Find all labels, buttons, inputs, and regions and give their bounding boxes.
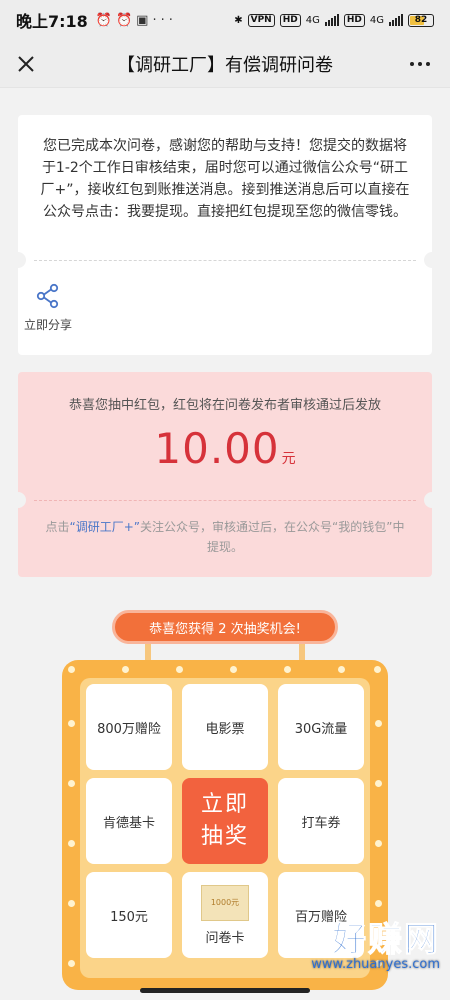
nav-bar: 【调研工厂】有偿调研问卷 [0,40,450,88]
red-packet-card: 恭喜您抽中红包，红包将在问卷发布者审核通过后发放 10.00 元 点击“调研工厂+… [10,372,440,577]
network-label-2: 4G [369,14,384,26]
status-time: 晚上7:18 [16,12,88,31]
prize-cell: 150元 [86,872,172,958]
light-dot [122,666,129,673]
draw-button-line2: 抽奖 [200,824,249,849]
battery-icon: 82 [408,13,434,27]
home-indicator[interactable] [140,988,310,993]
ticket-notch [424,492,440,508]
ticket-value: 1000元 [210,898,240,907]
prize-cell: 打车券 [278,778,364,864]
watermark-title: 好赚网 [332,920,440,961]
light-dot [68,960,75,967]
status-right: ✱ VPN HD 4G HD 4G 82 [234,13,434,27]
close-icon[interactable] [12,50,40,78]
signal-icon-2 [389,14,403,26]
divider [34,260,416,261]
prize-cell: 30G流量 [278,684,364,770]
light-dot [375,900,382,907]
battery-level: 82 [414,15,428,25]
light-dot [338,666,345,673]
site-watermark: 好赚网 www.zhuanyes.com [311,912,440,973]
page-title: 【调研工厂】有偿调研问卷 [117,54,333,76]
bluetooth-icon: ✱ [234,14,243,26]
signal-icon [324,14,339,26]
amount-value: 10.00 [154,424,280,473]
light-dot [284,666,291,673]
draw-button-line1: 立即 [200,792,249,817]
amount-unit: 元 [281,451,296,467]
light-dot [375,720,382,727]
lottery-chances-banner: 恭喜您获得 2 次抽奖机会! [112,610,338,644]
ticket-notch [424,252,440,268]
red-packet-amount: 10.00 元 [18,424,432,473]
status-bar: 晚上7:18 ⏰⏰▣··· ✱ VPN HD 4G HD 4G 82 [0,0,450,40]
prize-cell: 肯德基卡 [86,778,172,864]
hd-badge: HD [279,13,301,27]
light-dot [68,840,75,847]
ticket-notch [10,492,26,508]
light-dot [176,666,183,673]
withdraw-tip: 点击“调研工厂+”关注公众号，审核通过后，在公众号“我的钱包”中提现。 [44,517,406,557]
share-button[interactable]: 立即分享 [18,282,78,333]
share-label: 立即分享 [23,318,72,332]
notification-icons: ⏰⏰▣··· [95,12,177,28]
tip-suffix: 关注公众号，审核通过后，在公众号“我的钱包”中提现。 [140,520,405,554]
light-dot [230,666,237,673]
light-dot [374,666,381,673]
network-label: 4G [305,14,320,26]
light-dot [68,780,75,787]
survey-card-image: 1000元 [201,884,249,921]
prize-cell: 800万赠险 [86,684,172,770]
share-icon [36,283,59,309]
divider [34,500,416,501]
draw-button[interactable]: 立即 抽奖 [182,778,268,864]
watermark-url: www.zhuanyes.com [311,957,440,972]
hd-badge-2: HD [343,13,365,27]
light-dot [68,900,75,907]
official-account-link[interactable]: “调研工厂+” [70,520,141,534]
light-dot [68,720,75,727]
survey-complete-card: 您已完成本次问卷，感谢您的帮助与支持！您提交的数据将于1-2个工作日审核结束，届… [10,115,440,355]
prize-label: 问卷卡 [205,930,245,946]
tip-prefix: 点击 [45,520,70,534]
more-options-icon[interactable] [406,52,434,76]
red-packet-notice: 恭喜您抽中红包，红包将在问卷发布者审核通过后发放 [68,398,381,413]
ticket-notch [10,252,26,268]
light-dot [375,840,382,847]
prize-cell-survey-card: 1000元 问卷卡 [182,872,268,958]
light-dot [375,780,382,787]
vpn-badge: VPN [247,13,275,27]
prize-cell: 电影票 [182,684,268,770]
light-dot [68,666,75,673]
completion-message: 您已完成本次问卷，感谢您的帮助与支持！您提交的数据将于1-2个工作日审核结束，届… [40,138,410,220]
